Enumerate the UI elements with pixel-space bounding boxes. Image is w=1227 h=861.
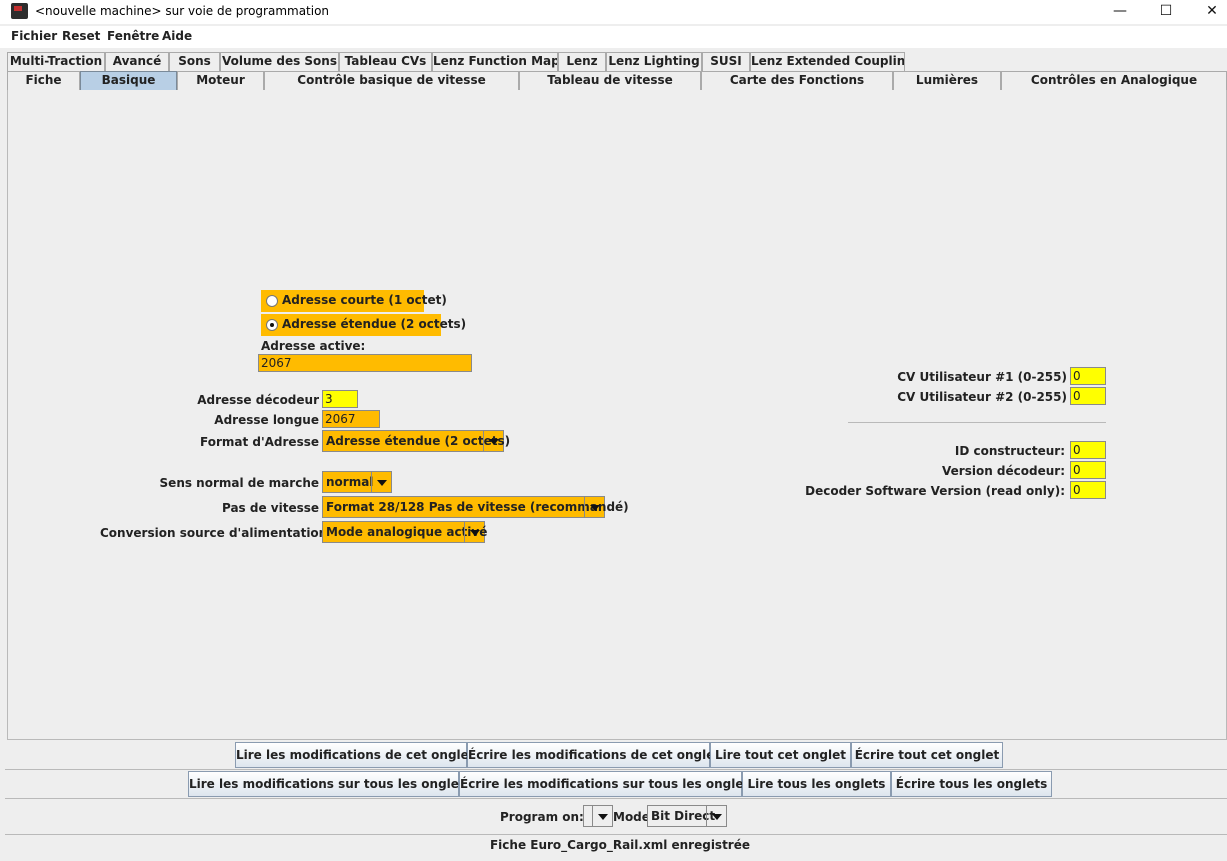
power-conversion-label: Conversion source d'alimentation — [100, 526, 328, 540]
read-changes-tab-button[interactable]: Lire les modifications de cet onglet — [235, 742, 475, 768]
address-format-label: Format d'Adresse — [199, 435, 319, 449]
menu-aide[interactable]: Aide — [162, 29, 192, 43]
cv-user1-field[interactable]: 0 — [1070, 367, 1106, 385]
tab-multi-traction[interactable]: Multi-Traction — [7, 52, 105, 71]
direction-combo[interactable]: normal — [322, 471, 392, 493]
software-version-label: Decoder Software Version (read only): — [805, 484, 1065, 498]
tab-avance[interactable]: Avancé — [105, 52, 169, 71]
tab-basique[interactable]: Basique — [80, 71, 177, 90]
cv-user1-label: CV Utilisateur #1 (0-255) — [897, 370, 1067, 384]
tab-lenz[interactable]: Lenz — [558, 52, 606, 71]
divider — [5, 834, 1227, 835]
decoder-address-field[interactable]: 3 — [322, 390, 358, 408]
menu-reset[interactable]: Reset — [62, 29, 100, 43]
tab-controles-en-analogique[interactable]: Contrôles en Analogique — [1001, 71, 1227, 90]
app-icon — [11, 3, 28, 19]
divider — [5, 798, 1227, 799]
tab-fiche[interactable]: Fiche — [7, 71, 80, 90]
radio-extended-address[interactable]: Adresse étendue (2 octets) — [261, 314, 466, 336]
tab-tableau-de-vitesse[interactable]: Tableau de vitesse — [519, 71, 701, 90]
divider — [5, 769, 1227, 770]
tab-volume-des-sons[interactable]: Volume des Sons — [220, 52, 339, 71]
read-all-button[interactable]: Lire tous les onglets — [742, 771, 891, 797]
cv-user2-field[interactable]: 0 — [1070, 387, 1106, 405]
address-format-combo[interactable]: Adresse étendue (2 octets) — [322, 430, 510, 452]
tab-moteur[interactable]: Moteur — [177, 71, 264, 90]
write-changes-tab-button[interactable]: Écrire les modifications de cet onglet — [467, 742, 720, 768]
title-bar: <nouvelle machine> sur voie de programma… — [0, 0, 1227, 24]
decoder-version-field[interactable]: 0 — [1070, 461, 1106, 479]
cv-user2-label: CV Utilisateur #2 (0-255) — [897, 390, 1067, 404]
maximize-button[interactable]: ☐ — [1143, 0, 1189, 24]
direction-value: normal — [326, 475, 374, 489]
tab-lenz-lighting[interactable]: Lenz Lighting — [606, 52, 702, 71]
chevron-down-icon[interactable] — [706, 806, 726, 826]
read-changes-all-button[interactable]: Lire les modifications sur tous les ongl… — [188, 771, 472, 797]
tab-lenz-extended-coupling[interactable]: Lenz Extended Coupling — [750, 52, 905, 71]
direction-label: Sens normal de marche — [159, 476, 319, 490]
write-all-button[interactable]: Écrire tous les onglets — [891, 771, 1052, 797]
tab-susi[interactable]: SUSI — [702, 52, 750, 71]
tab-controle-basique-de-vitesse[interactable]: Contrôle basique de vitesse — [264, 71, 519, 90]
write-all-tab-button[interactable]: Écrire tout cet onglet — [851, 742, 1003, 768]
radio-short-address[interactable]: Adresse courte (1 octet) — [261, 290, 447, 312]
active-address-label: Adresse active: — [261, 339, 366, 353]
long-address-field[interactable]: 2067 — [322, 410, 380, 428]
minimize-button[interactable]: — — [1097, 0, 1143, 24]
program-on-combo[interactable] — [583, 805, 613, 827]
mode-combo[interactable]: Bit Direct — [647, 805, 727, 827]
decoder-version-label: Version décodeur: — [942, 464, 1065, 478]
manufacturer-id-label: ID constructeur: — [954, 444, 1065, 458]
radio-short-label: Adresse courte (1 octet) — [282, 293, 447, 307]
chevron-down-icon[interactable] — [371, 472, 391, 492]
software-version-field[interactable]: 0 — [1070, 481, 1106, 499]
write-changes-all-button[interactable]: Écrire les modifications sur tous les on… — [459, 771, 756, 797]
read-all-tab-button[interactable]: Lire tout cet onglet — [710, 742, 851, 768]
active-address-field[interactable]: 2067 — [258, 354, 472, 372]
window-title: <nouvelle machine> sur voie de programma… — [35, 4, 330, 18]
close-button[interactable]: ✕ — [1189, 0, 1227, 24]
tab-carte-des-fonctions[interactable]: Carte des Fonctions — [701, 71, 893, 90]
status-bar: Fiche Euro_Cargo_Rail.xml enregistrée — [489, 838, 750, 852]
chevron-down-icon[interactable] — [584, 497, 604, 517]
tab-tableau-cvs[interactable]: Tableau CVs — [339, 52, 432, 71]
long-address-label: Adresse longue — [214, 413, 319, 427]
radio-extended-indicator[interactable] — [266, 319, 278, 331]
radio-short-indicator[interactable] — [266, 295, 278, 307]
menu-bar: Fichier Reset Fenêtre Aide — [0, 26, 1227, 48]
speed-steps-label: Pas de vitesse — [221, 501, 319, 515]
power-conversion-combo[interactable]: Mode analogique activé — [322, 521, 487, 543]
divider — [848, 422, 1106, 423]
radio-extended-label: Adresse étendue (2 octets) — [282, 317, 467, 331]
mode-label: Mode: — [613, 810, 655, 824]
manufacturer-id-field[interactable]: 0 — [1070, 441, 1106, 459]
menu-fenetre[interactable]: Fenêtre — [107, 29, 159, 43]
tab-sons[interactable]: Sons — [169, 52, 220, 71]
chevron-down-icon[interactable] — [483, 431, 503, 451]
tab-lenz-function-map[interactable]: Lenz Function Map — [432, 52, 558, 71]
program-on-label: Program on: — [500, 810, 584, 824]
menu-fichier[interactable]: Fichier — [11, 29, 57, 43]
chevron-down-icon[interactable] — [464, 522, 484, 542]
decoder-address-label: Adresse décodeur — [197, 393, 319, 407]
tab-lumieres[interactable]: Lumières — [893, 71, 1001, 90]
chevron-down-icon[interactable] — [592, 806, 612, 826]
speed-steps-combo[interactable]: Format 28/128 Pas de vitesse (recommandé… — [322, 496, 629, 518]
